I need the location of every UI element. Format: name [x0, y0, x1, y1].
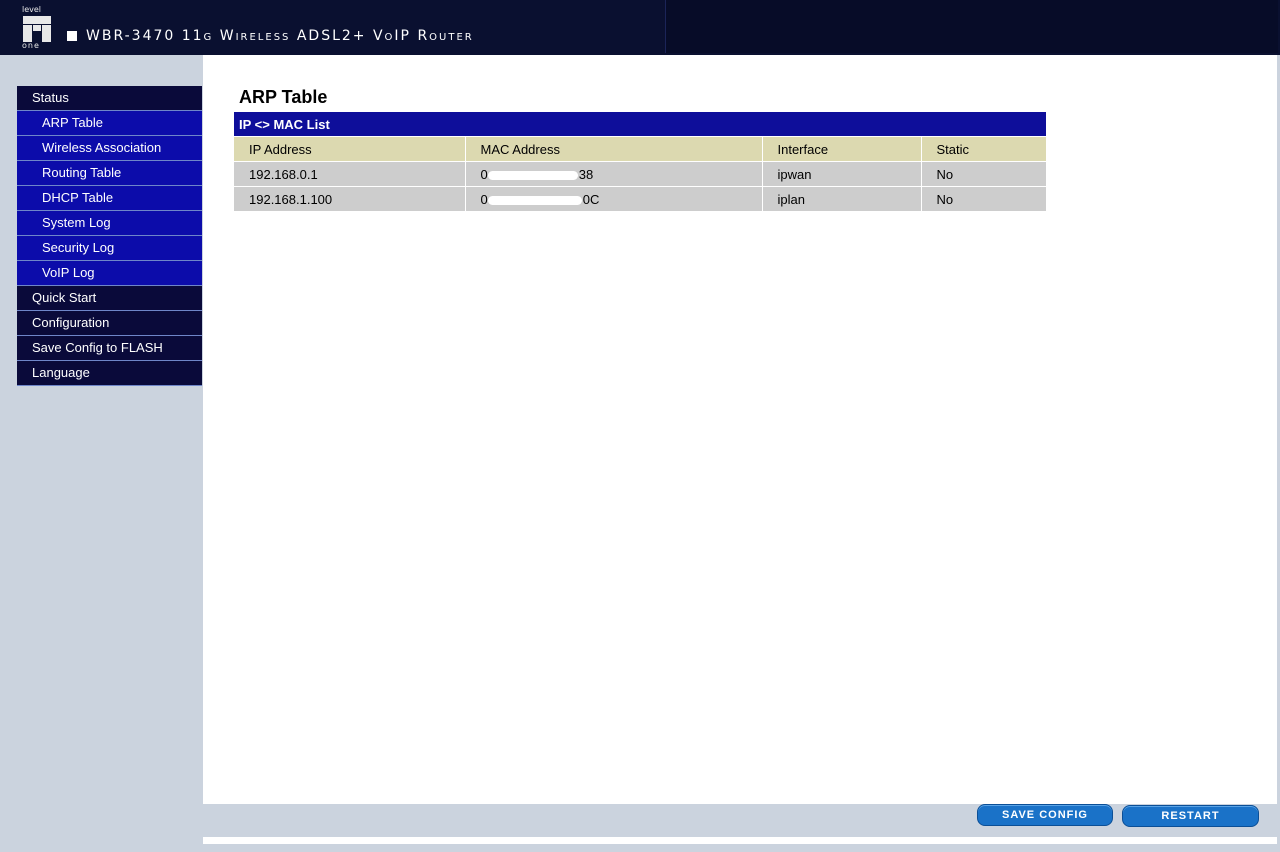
logo-text-top: level — [22, 5, 42, 14]
sidebar-item-voip-log[interactable]: VoIP Log — [17, 261, 202, 286]
cell-static: No — [921, 161, 1046, 187]
bottom-divider — [203, 837, 1277, 844]
restart-button[interactable]: RESTART — [1122, 805, 1259, 827]
header-bar: level one WBR-3470 11g Wireless ADSL2+ V… — [0, 0, 1280, 55]
mac-visible-end: 38 — [578, 166, 594, 182]
sidebar-item-quick-start[interactable]: Quick Start — [17, 286, 202, 311]
save-config-button[interactable]: SAVE CONFIG — [977, 804, 1113, 826]
levelone-logo: level one — [21, 5, 55, 51]
redaction-mark — [487, 170, 578, 180]
cell-ip: 192.168.1.100 — [234, 186, 466, 211]
table-row: 192.168.1.100 0 0C iplan No — [234, 186, 1046, 211]
mac-visible-start: 0 — [480, 166, 488, 182]
sidebar-item-arp-table[interactable]: ARP Table — [17, 111, 202, 136]
sidebar-item-routing-table[interactable]: Routing Table — [17, 161, 202, 186]
sidebar-item-dhcp-table[interactable]: DHCP Table — [17, 186, 202, 211]
sidebar-nav: Status ARP Table Wireless Association Ro… — [17, 86, 202, 386]
sidebar-item-language[interactable]: Language — [17, 361, 202, 386]
sidebar-item-configuration[interactable]: Configuration — [17, 311, 202, 336]
sidebar-item-wireless-association[interactable]: Wireless Association — [17, 136, 202, 161]
column-header-ip: IP Address — [234, 136, 466, 162]
column-header-mac: MAC Address — [465, 136, 763, 162]
table-caption: IP <> MAC List — [234, 112, 1046, 137]
logo-text-bottom: one — [22, 41, 40, 50]
page-title: ARP Table — [239, 87, 328, 107]
column-header-static: Static — [921, 136, 1046, 162]
mac-visible-start: 0 — [480, 191, 488, 207]
sidebar-item-save-config-flash[interactable]: Save Config to FLASH — [17, 336, 202, 361]
header-right-panel — [665, 0, 1278, 53]
cell-mac: 0 0C — [465, 186, 763, 211]
bottom-footer — [203, 844, 1280, 852]
product-title: WBR-3470 11g Wireless ADSL2+ VoIP Router — [86, 28, 474, 44]
table-row: 192.168.0.1 0 38 ipwan No — [234, 161, 1046, 187]
cell-mac: 0 38 — [465, 161, 763, 187]
arp-table: IP <> MAC List IP Address MAC Address In… — [234, 112, 1046, 211]
cell-static: No — [921, 186, 1046, 211]
logo-blocks-icon — [23, 16, 51, 42]
cell-ip: 192.168.0.1 — [234, 161, 466, 187]
sidebar-item-status[interactable]: Status — [17, 86, 202, 111]
sidebar-item-security-log[interactable]: Security Log — [17, 236, 202, 261]
cell-interface: iplan — [762, 186, 922, 211]
main-content: ARP Table IP <> MAC List IP Address MAC … — [203, 55, 1277, 804]
table-caption-row: IP <> MAC List — [234, 112, 1046, 137]
redaction-mark — [487, 195, 582, 205]
column-header-interface: Interface — [762, 136, 922, 162]
mac-visible-end: 0C — [582, 191, 600, 207]
table-header-row: IP Address MAC Address Interface Static — [234, 136, 1046, 162]
sidebar-item-system-log[interactable]: System Log — [17, 211, 202, 236]
bottom-toolbar — [203, 804, 1277, 837]
square-bullet-icon — [67, 31, 77, 41]
cell-interface: ipwan — [762, 161, 922, 187]
